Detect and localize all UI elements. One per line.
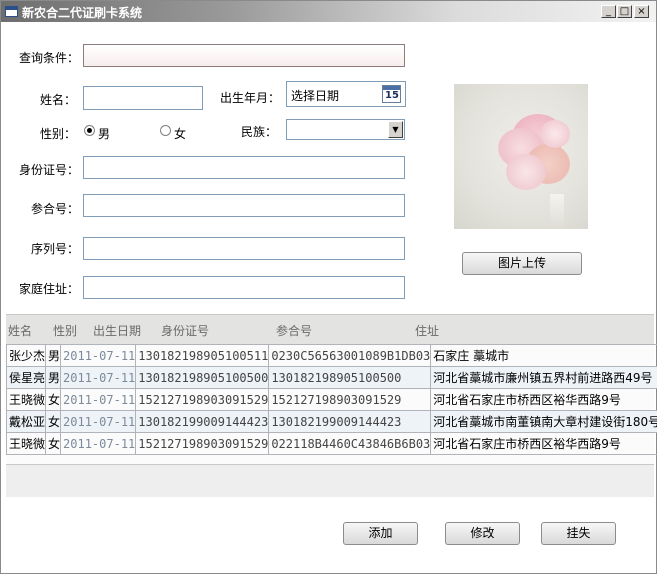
cell-address: 河北省藁城市南董镇南大章村建设街180号 xyxy=(430,410,657,433)
close-button[interactable]: × xyxy=(634,5,649,18)
cell-birth-date: 2011-07-11 xyxy=(60,410,137,433)
cell-insurance-number: 152127198903091529 xyxy=(268,388,432,411)
cell-insurance-number: 022118B4460C43846B6B03 xyxy=(268,432,432,455)
address-input[interactable] xyxy=(83,276,405,299)
cell-name: 张少杰 xyxy=(5,344,47,367)
insurance-label: 参合号： xyxy=(31,202,80,216)
column-header[interactable]: 住址 xyxy=(415,322,439,339)
serial-input[interactable] xyxy=(83,237,405,260)
table-row[interactable]: 张少杰 男 2011-07-11 130182198905100511 0230… xyxy=(5,344,657,367)
cell-gender: 女 xyxy=(45,388,62,411)
calendar-icon[interactable]: 15 xyxy=(382,85,401,103)
cell-address: 石家庄 藁城市 xyxy=(430,344,657,367)
cell-birth-date: 2011-07-11 xyxy=(60,344,137,367)
name-label: 姓名： xyxy=(40,93,77,107)
birth-date-picker[interactable]: 选择日期 15 xyxy=(286,81,406,107)
main-window: 新农合二代证刷卡系统 _ □ × 查询条件： 姓名： 出生年月： 选择日期 15… xyxy=(0,0,657,574)
report-loss-button[interactable]: 挂失 xyxy=(541,522,616,545)
cell-id-number: 130182198905100500 xyxy=(135,366,270,389)
cell-name: 侯星亮 xyxy=(5,366,47,389)
gender-male-label: 男 xyxy=(98,127,111,141)
table-row[interactable]: 王晓微 女 2011-07-11 152127198903091529 0221… xyxy=(5,432,657,455)
gender-label: 性别： xyxy=(40,127,77,141)
cell-birth-date: 2011-07-11 xyxy=(60,388,137,411)
table-row[interactable]: 侯星亮 男 2011-07-11 130182198905100500 1301… xyxy=(5,366,657,389)
query-input[interactable] xyxy=(83,44,405,67)
gender-male-radio[interactable] xyxy=(84,125,95,136)
cell-id-number: 152127198903091529 xyxy=(135,432,270,455)
name-input[interactable] xyxy=(83,86,203,110)
column-header[interactable]: 出生日期 xyxy=(93,322,141,339)
id-label: 身份证号： xyxy=(19,163,80,177)
edit-button[interactable]: 修改 xyxy=(445,522,520,545)
column-header[interactable]: 参合号 xyxy=(276,322,312,339)
cell-insurance-number: 130182198905100500 xyxy=(268,366,432,389)
cell-birth-date: 2011-07-11 xyxy=(60,432,137,455)
cell-name: 王晓微 xyxy=(5,388,47,411)
maximize-button[interactable]: □ xyxy=(617,5,632,18)
cell-id-number: 130182199009144423 xyxy=(135,410,270,433)
gender-female-label: 女 xyxy=(174,127,187,141)
minimize-button[interactable]: _ xyxy=(601,5,616,18)
column-header[interactable]: 性别 xyxy=(53,322,77,339)
cell-id-number: 152127198903091529 xyxy=(135,388,270,411)
ethnicity-label: 民族： xyxy=(241,125,278,139)
column-header[interactable]: 姓名 xyxy=(8,322,32,339)
cell-insurance-number: 0230C56563001089B1DB03 xyxy=(268,344,432,367)
title-bar[interactable]: 新农合二代证刷卡系统 _ □ × xyxy=(1,1,656,22)
cell-address: 河北省藁城市廉州镇五界村前进路西49号 xyxy=(430,366,657,389)
cell-gender: 女 xyxy=(45,410,62,433)
ethnicity-select[interactable]: ▼ xyxy=(286,119,405,140)
cell-birth-date: 2011-07-11 xyxy=(60,366,137,389)
table-footer-area xyxy=(6,464,654,497)
cell-address: 河北省石家庄市桥西区裕华西路9号 xyxy=(430,432,657,455)
table-body: 张少杰 男 2011-07-11 130182198905100511 0230… xyxy=(5,344,657,455)
app-window-icon xyxy=(5,6,18,17)
column-header[interactable]: 身份证号 xyxy=(161,322,209,339)
calendar-day: 15 xyxy=(385,90,399,101)
query-label: 查询条件： xyxy=(19,51,80,65)
cell-insurance-number: 130182199009144423 xyxy=(268,410,432,433)
photo-upload-button[interactable]: 图片上传 xyxy=(462,252,582,275)
serial-label: 序列号： xyxy=(31,242,80,256)
cell-gender: 男 xyxy=(45,366,62,389)
address-label: 家庭住址： xyxy=(19,282,80,296)
table-row[interactable]: 戴松亚 女 2011-07-11 130182199009144423 1301… xyxy=(5,410,657,433)
birth-label: 出生年月： xyxy=(220,91,281,105)
portrait-photo xyxy=(454,84,588,229)
table-header: 姓名 性别 出生日期 身份证号 参合号 住址 xyxy=(6,315,654,345)
gender-female-radio[interactable] xyxy=(160,125,171,136)
cell-id-number: 130182198905100511 xyxy=(135,344,270,367)
cell-name: 戴松亚 xyxy=(5,410,47,433)
dropdown-arrow-icon[interactable]: ▼ xyxy=(388,121,403,138)
table-row[interactable]: 王晓微 女 2011-07-11 152127198903091529 1521… xyxy=(5,388,657,411)
birth-date-value: 选择日期 xyxy=(291,89,340,103)
insurance-input[interactable] xyxy=(83,194,405,217)
cell-name: 王晓微 xyxy=(5,432,47,455)
records-table[interactable]: 姓名 性别 出生日期 身份证号 参合号 住址 张少杰 男 2011-07-11 … xyxy=(5,314,657,497)
cell-address: 河北省石家庄市桥西区裕华西路9号 xyxy=(430,388,657,411)
window-title: 新农合二代证刷卡系统 xyxy=(22,6,143,20)
id-input[interactable] xyxy=(83,156,405,179)
cell-gender: 男 xyxy=(45,344,62,367)
add-button[interactable]: 添加 xyxy=(343,522,418,545)
cell-gender: 女 xyxy=(45,432,62,455)
